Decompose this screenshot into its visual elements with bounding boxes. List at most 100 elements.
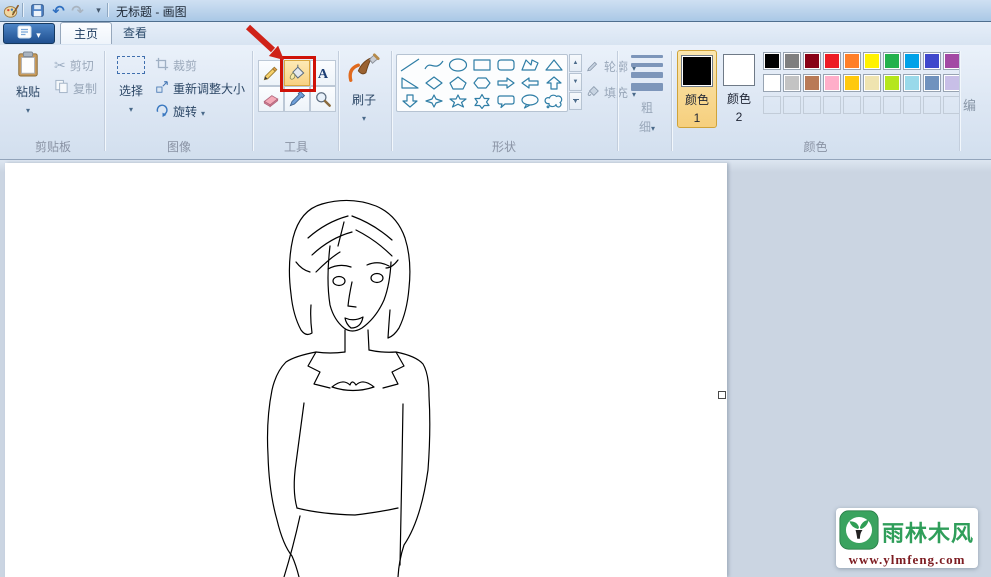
paste-label: 粘贴 [16, 83, 40, 100]
shape-six-point-star-icon[interactable] [471, 93, 493, 109]
tool-magnifier-icon[interactable] [310, 86, 336, 112]
shape-diamond-icon[interactable] [423, 75, 445, 91]
line-thickness-icon [631, 55, 663, 91]
palette-swatch-r1-5[interactable] [843, 52, 861, 70]
tools-group-label: 工具 [254, 138, 338, 155]
gallery-more-icon[interactable]: ▼ [569, 92, 582, 110]
shape-four-point-star-icon[interactable] [423, 93, 445, 109]
undo-icon[interactable] [50, 2, 67, 19]
shape-up-arrow-icon[interactable] [543, 75, 565, 91]
shape-rectangle-icon[interactable] [471, 57, 493, 73]
tool-text-icon[interactable]: A [310, 60, 336, 86]
color2-label: 颜色 2 [726, 90, 752, 126]
palette-swatch-r1-3[interactable] [803, 52, 821, 70]
shape-right-arrow-icon[interactable] [495, 75, 517, 91]
svg-text:A: A [318, 66, 329, 82]
watermark: 雨林木风 www.ylmfeng.com [836, 508, 978, 568]
shape-curve-icon[interactable] [423, 57, 445, 73]
palette-swatch-empty-7[interactable] [883, 96, 901, 114]
palette-swatch-empty-4[interactable] [823, 96, 841, 114]
shape-polygon-icon[interactable] [519, 57, 541, 73]
shape-pentagon-icon[interactable] [447, 75, 469, 91]
palette-swatch-r2-7[interactable] [883, 74, 901, 92]
crop-button[interactable]: 裁剪 [155, 57, 197, 74]
canvas-resize-handle[interactable] [718, 391, 726, 399]
palette-swatch-empty-8[interactable] [903, 96, 921, 114]
file-menu-button[interactable] [3, 23, 55, 44]
palette-swatch-r1-6[interactable] [863, 52, 881, 70]
palette-swatch-r2-6[interactable] [863, 74, 881, 92]
copy-button[interactable]: 复制 [54, 79, 97, 97]
toolbar-menu-icon[interactable] [90, 2, 107, 19]
save-icon[interactable] [29, 2, 46, 19]
palette-swatch-empty-3[interactable] [803, 96, 821, 114]
app-icon [2, 2, 19, 19]
palette-swatch-r1-7[interactable] [883, 52, 901, 70]
palette-swatch-empty-6[interactable] [863, 96, 881, 114]
size-button[interactable]: 粗细 [626, 53, 668, 137]
palette-swatch-r1-2[interactable] [783, 52, 801, 70]
palette-swatch-r2-8[interactable] [903, 74, 921, 92]
palette-swatch-r1-9[interactable] [923, 52, 941, 70]
palette-swatch-r2-5[interactable] [843, 74, 861, 92]
divider [22, 3, 23, 17]
shape-right-triangle-icon[interactable] [399, 75, 421, 91]
tool-pencil-icon[interactable] [258, 60, 284, 86]
outline-label: 轮廓 [604, 58, 628, 75]
color1-label: 颜色 1 [684, 91, 710, 127]
scroll-up-icon[interactable]: ▲ [569, 54, 582, 72]
divider [671, 51, 672, 151]
palette-swatch-r2-9[interactable] [923, 74, 941, 92]
palette-swatch-empty-5[interactable] [843, 96, 861, 114]
shape-line-icon[interactable] [399, 57, 421, 73]
edit-colors-button-partial[interactable]: 编 [963, 95, 976, 114]
palette-swatch-r2-3[interactable] [803, 74, 821, 92]
shape-cloud-callout-icon[interactable] [543, 93, 565, 109]
palette-swatch-r2-2[interactable] [783, 74, 801, 92]
select-label: 选择 [119, 82, 143, 99]
shape-rounded-callout-icon[interactable] [495, 93, 517, 109]
resize-label: 重新调整大小 [173, 80, 245, 97]
outline-icon [586, 58, 600, 75]
palette-swatch-r2-1[interactable] [763, 74, 781, 92]
palette-swatch-r2-4[interactable] [823, 74, 841, 92]
shape-rounded-rectangle-icon[interactable] [495, 57, 517, 73]
palette-swatch-r1-4[interactable] [823, 52, 841, 70]
redo-icon[interactable] [69, 2, 86, 19]
shape-five-point-star-icon[interactable] [447, 93, 469, 109]
palette-swatch-r1-8[interactable] [903, 52, 921, 70]
shape-hexagon-icon[interactable] [471, 75, 493, 91]
palette-swatch-empty-1[interactable] [763, 96, 781, 114]
tool-fill-icon[interactable] [284, 60, 310, 86]
shape-triangle-icon[interactable] [543, 57, 565, 73]
window-title: 无标题 - 画图 [116, 3, 187, 20]
chevron-down-icon [129, 101, 133, 115]
chevron-down-icon [362, 110, 366, 124]
tool-eraser-icon[interactable] [258, 86, 284, 112]
brushes-button[interactable]: 刷子 [344, 52, 384, 124]
select-button[interactable]: 选择 [112, 50, 150, 115]
shape-down-arrow-icon[interactable] [399, 93, 421, 109]
color2-button[interactable]: 颜色 2 [719, 50, 759, 132]
resize-button[interactable]: 重新调整大小 [155, 80, 245, 97]
brushes-label: 刷子 [352, 91, 376, 108]
tab-view[interactable]: 查看 [110, 22, 160, 44]
resize-icon [155, 80, 169, 97]
chevron-down-icon [36, 27, 41, 41]
shape-oval-callout-icon[interactable] [519, 93, 541, 109]
cut-button[interactable]: 剪切 [54, 57, 94, 74]
palette-swatch-r1-1[interactable] [763, 52, 781, 70]
drawing-canvas[interactable] [5, 163, 727, 577]
palette-swatch-empty-2[interactable] [783, 96, 801, 114]
watermark-brand: 雨林木风 [882, 516, 974, 548]
shape-left-arrow-icon[interactable] [519, 75, 541, 91]
palette-swatch-empty-9[interactable] [923, 96, 941, 114]
color1-button[interactable]: 颜色 1 [677, 50, 717, 128]
tool-color-picker-icon[interactable] [284, 86, 310, 112]
shape-ellipse-icon[interactable] [447, 57, 469, 73]
paste-button[interactable]: 粘贴 [8, 50, 48, 116]
tab-home[interactable]: 主页 [60, 22, 112, 44]
scroll-down-icon[interactable]: ▼ [569, 73, 582, 91]
rotate-button[interactable]: 旋转 [155, 103, 205, 120]
clipboard-icon [16, 50, 40, 81]
